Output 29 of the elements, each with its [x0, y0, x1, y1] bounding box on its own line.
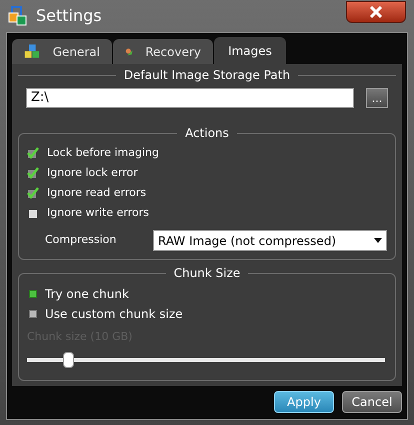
radio-label: Use custom chunk size — [45, 306, 183, 322]
compression-dropdown[interactable]: RAW Image (not compressed) — [153, 230, 387, 251]
caret-icon — [374, 238, 382, 243]
radio-label: Try one chunk — [45, 286, 129, 302]
group-title: Chunk Size — [172, 265, 242, 282]
path-field[interactable]: Z:\ — [26, 88, 354, 108]
slider[interactable] — [27, 352, 385, 368]
checkbox-label: Lock before imaging — [47, 144, 159, 161]
checkbox-label: Ignore read errors — [47, 184, 146, 201]
tab[interactable]: General — [12, 39, 112, 64]
radio-button[interactable] — [29, 310, 37, 318]
checkbox[interactable] — [27, 167, 39, 179]
close-button[interactable] — [346, 1, 406, 23]
checkbox-label: Ignore write errors — [47, 204, 149, 221]
app-icon — [8, 6, 28, 26]
group-title: Default Image Storage Path — [122, 67, 292, 84]
tab[interactable]: Recovery — [113, 39, 213, 64]
checkbox-label: Ignore lock error — [47, 164, 138, 181]
window-title: Settings — [36, 5, 102, 27]
browse-button[interactable]: ... — [366, 88, 388, 108]
checkbox[interactable] — [27, 187, 39, 199]
close-icon — [369, 6, 383, 18]
checkbox[interactable] — [27, 207, 39, 219]
compression-label: Compression — [44, 232, 118, 248]
radio-button[interactable] — [29, 290, 37, 298]
group-title: Actions — [184, 125, 230, 142]
checkbox[interactable] — [27, 147, 39, 159]
dialog-button[interactable]: Cancel — [342, 391, 402, 413]
tab[interactable]: Images — [214, 37, 286, 64]
